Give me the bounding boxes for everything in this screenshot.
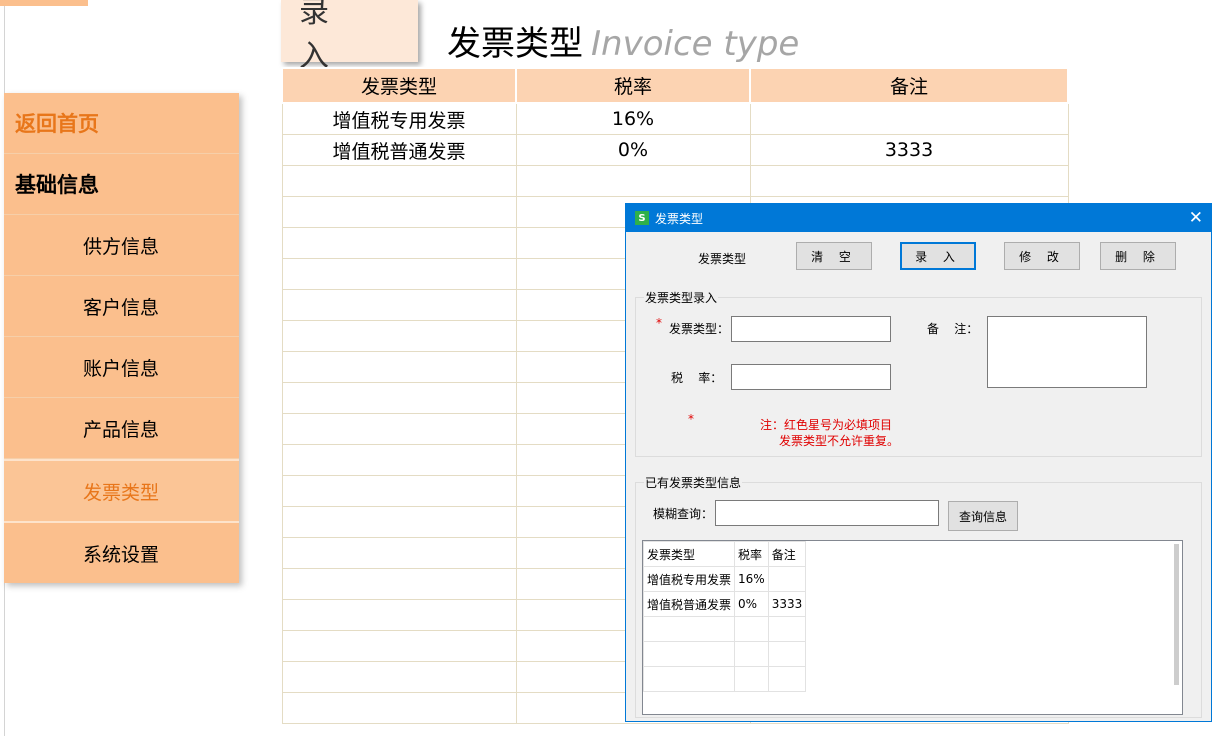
cell-empty[interactable] [281,196,517,228]
grid-header-row: 发票类型 税率 备注 [642,541,807,567]
cell-type[interactable]: 增值税专用发票 [281,102,517,135]
existing-grid-table: 发票类型 税率 备注 增值税专用发票 16% 增值税普通发票 0% 3333 [642,541,807,692]
sidebar-item-supplier[interactable]: 供方信息 [4,215,239,276]
column-header-type[interactable]: 发票类型 [281,67,517,104]
sidebar-home[interactable]: 返回首页 [4,93,239,154]
page-title: 发票类型 Invoice type [447,16,799,65]
tax-label: 税 率： [671,371,723,385]
cell-empty[interactable] [281,165,517,197]
grid-scrollbar[interactable] [1174,544,1179,685]
cell-empty[interactable] [515,165,751,197]
cell-empty[interactable] [281,227,517,259]
invoice-type-dialog: S 发票类型 ✕ 发票类型 清 空 录 入 修 改 删 除 发票类型录入 * 发… [625,203,1212,722]
entry-button[interactable]: 录 入 [281,0,418,74]
enter-button[interactable]: 录 入 [900,242,976,270]
search-button[interactable]: 查询信息 [948,501,1018,531]
entry-group-title: 发票类型录入 [644,289,719,306]
cell-empty[interactable] [281,537,517,569]
cell-empty[interactable] [281,413,517,445]
grid-cell-type[interactable]: 增值税专用发票 [642,566,736,592]
column-header-tax-rate[interactable]: 税率 [515,67,751,104]
clear-button[interactable]: 清 空 [796,242,872,270]
column-header-note[interactable]: 备注 [749,67,1069,104]
cell-note[interactable]: 3333 [749,134,1069,166]
grid-header-type[interactable]: 发票类型 [642,541,736,567]
sidebar-section-basic-info[interactable]: 基础信息 [4,154,239,215]
cell-empty[interactable] [281,351,517,383]
modify-button[interactable]: 修 改 [1004,242,1080,270]
cell-empty[interactable] [281,630,517,662]
cell-empty[interactable] [281,506,517,538]
grid-empty-row [642,641,807,667]
cell-empty[interactable] [281,661,517,693]
sidebar-item-customer[interactable]: 客户信息 [4,276,239,337]
note-label: 备 注： [927,322,979,336]
required-asterisk: * [656,316,662,330]
grid-row[interactable]: 增值税专用发票 16% [642,566,807,592]
table-row[interactable]: 增值税专用发票 16% [281,102,1069,135]
hint-line-1: 注：红色星号为必填项目 [760,418,893,432]
search-label: 模糊查询： [653,507,714,521]
cell-empty[interactable] [281,382,517,414]
grid-cell-note[interactable] [767,566,807,592]
hint-line-2: 发票类型不允许重复。 [779,434,900,448]
page-title-en: Invoice type [591,24,800,64]
cell-empty[interactable] [281,289,517,321]
close-icon[interactable]: ✕ [1189,208,1203,228]
existing-grid[interactable]: 发票类型 税率 备注 增值税专用发票 16% 增值税普通发票 0% 3333 [642,540,1183,715]
cell-empty[interactable] [281,444,517,476]
grid-cell-note[interactable]: 3333 [767,591,807,617]
cell-empty[interactable] [281,692,517,724]
cell-empty[interactable] [281,568,517,600]
cell-tax-rate[interactable]: 16% [515,102,751,135]
sidebar: 返回首页 基础信息 供方信息 客户信息 账户信息 产品信息 发票类型 系统设置 [4,93,239,583]
delete-button[interactable]: 删 除 [1100,242,1176,270]
cell-empty[interactable] [281,258,517,290]
dialog-title: 发票类型 [655,211,704,226]
grid-cell-type[interactable]: 增值税普通发票 [642,591,736,617]
grid-header-tax-rate[interactable]: 税率 [734,541,769,567]
corner-tab [0,0,88,6]
cell-empty[interactable] [281,475,517,507]
tax-rate-input[interactable] [731,364,891,390]
dialog-top-label: 发票类型 [698,252,747,266]
grid-empty-row [642,666,807,692]
existing-group-title: 已有发票类型信息 [644,474,743,491]
search-input[interactable] [715,500,939,526]
cell-type[interactable]: 增值税普通发票 [281,134,517,166]
grid-cell-tax-rate[interactable]: 0% [734,591,769,617]
type-label: 发票类型： [669,322,730,336]
grid-cell-tax-rate[interactable]: 16% [734,566,769,592]
grid-header-note[interactable]: 备注 [767,541,807,567]
cell-empty[interactable] [281,599,517,631]
cell-empty[interactable] [749,165,1069,197]
grid-row[interactable]: 增值税普通发票 0% 3333 [642,591,807,617]
hint-asterisk: * [688,412,694,426]
sidebar-item-product[interactable]: 产品信息 [4,398,239,459]
table-row-empty[interactable] [281,165,1069,197]
grid-empty-row [642,616,807,642]
sidebar-item-account[interactable]: 账户信息 [4,337,239,398]
dialog-titlebar[interactable]: S 发票类型 ✕ [626,204,1211,232]
page-title-cn: 发票类型 [447,24,583,64]
note-textarea[interactable] [987,316,1147,388]
sidebar-item-invoice-type[interactable]: 发票类型 [4,459,239,523]
cell-empty[interactable] [281,320,517,352]
entry-group: 发票类型录入 * 发票类型： 税 率： 备 注： * 注：红色星号为必填项目 发… [635,289,1202,457]
cell-tax-rate[interactable]: 0% [515,134,751,166]
cell-note[interactable] [749,102,1069,135]
type-input[interactable] [731,316,891,342]
app-icon: S [635,211,649,225]
table-row[interactable]: 增值税普通发票 0% 3333 [281,134,1069,166]
sidebar-item-settings[interactable]: 系统设置 [4,523,239,583]
